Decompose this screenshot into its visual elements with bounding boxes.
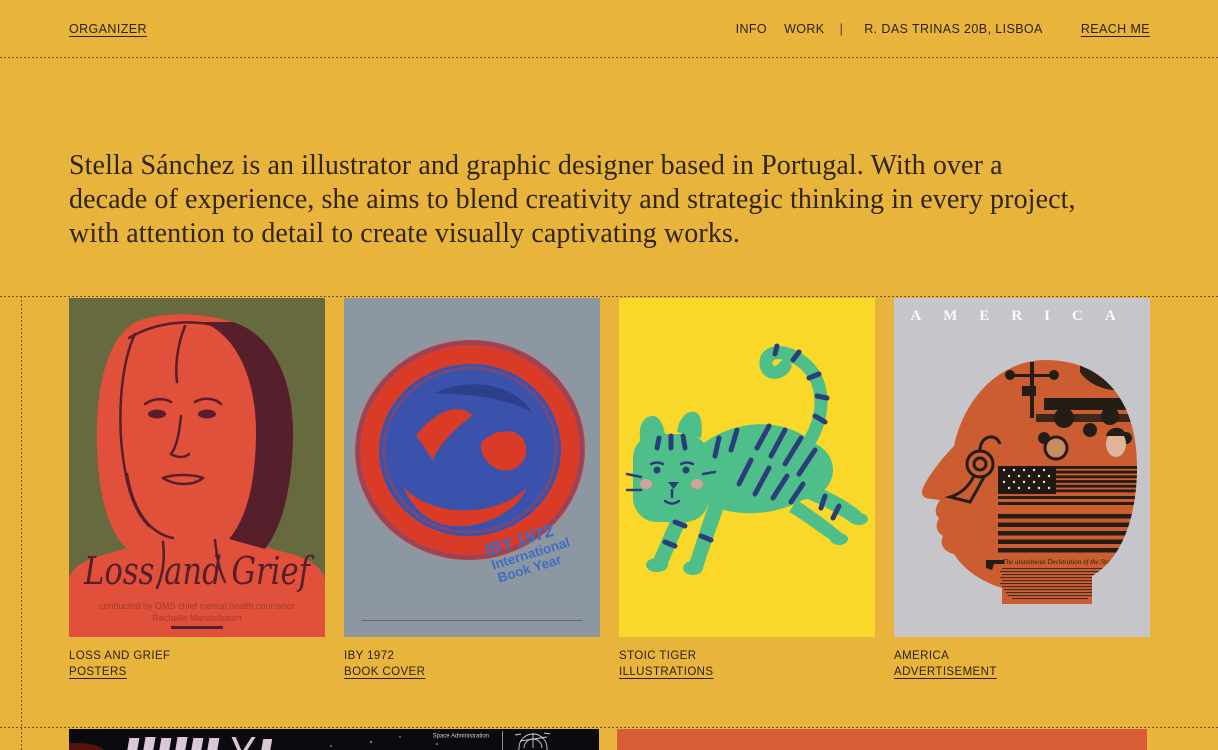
intro-paragraph: Stella Sánchez is an illustrator and gra… (69, 149, 1076, 251)
intro-line: Stella Sánchez is an illustrator and gra… (69, 149, 1076, 183)
project-card: AMERICA (894, 298, 1150, 680)
poster-script-title: Loss and Grief (83, 549, 315, 593)
project-caption: IBY 1972 BOOK COVER (344, 649, 600, 680)
project-thumbnail-iby-1972[interactable]: IBY 1972 International Book Year (344, 298, 600, 637)
reach-me-link[interactable]: REACH ME (1081, 22, 1150, 36)
grid-left-divider-line (21, 296, 22, 750)
header-divider-line (0, 57, 1218, 58)
header: ORGANIZER INFO WORK | R. DAS TRINAS 20B,… (0, 0, 1218, 58)
project-thumbnail-orange-poster[interactable] (617, 729, 1147, 750)
intro-line: decade of experience, she aims to blend … (69, 183, 1076, 217)
project-category-link[interactable]: ILLUSTRATIONS (619, 665, 713, 680)
iby-1972-poster-art: IBY 1972 International Book Year (344, 298, 600, 637)
america-poster-art: AMERICA (894, 298, 1150, 637)
intro-line: with attention to detail to create visua… (69, 217, 1076, 251)
stoic-tiger-poster-art (619, 298, 875, 637)
project-card: STOIC TIGER ILLUSTRATIONS (619, 298, 875, 680)
loss-and-grief-poster-art: Loss and Grief conducted by OMS chief me… (69, 298, 325, 637)
project-thumbnail-loss-and-grief[interactable]: Loss and Grief conducted by OMS chief me… (69, 298, 325, 637)
space-poster-label: Space Administration (433, 734, 489, 740)
project-thumbnail-space-poster[interactable]: Space Administration (69, 729, 599, 750)
top-nav: INFO WORK | R. DAS TRINAS 20B, LISBOA RE… (736, 22, 1150, 36)
project-card: IBY 1972 International Book Year IBY 197… (344, 298, 600, 680)
poster-subtitle: conducted by OMS chief mental health cou… (99, 601, 295, 611)
poster-author: Rachelle Mandelbaum (152, 613, 242, 623)
project-caption: STOIC TIGER ILLUSTRATIONS (619, 649, 875, 680)
svg-text:The unanimous Declaration of t: The unanimous Declaration of the States (1003, 558, 1118, 566)
space-poster-art: Space Administration (69, 729, 599, 750)
project-caption: AMERICA ADVERTISEMENT (894, 649, 1150, 680)
project-title: LOSS AND GRIEF (69, 649, 325, 664)
grid-top-divider-line (0, 296, 1218, 297)
project-category-link[interactable]: ADVERTISEMENT (894, 665, 997, 680)
row-divider-line (0, 727, 1218, 728)
logo-link[interactable]: ORGANIZER (69, 22, 147, 36)
address-text: R. DAS TRINAS 20B, LISBOA (864, 22, 1043, 36)
portfolio-page: ORGANIZER INFO WORK | R. DAS TRINAS 20B,… (0, 0, 1218, 750)
project-thumbnail-america[interactable]: AMERICA (894, 298, 1150, 637)
project-title: AMERICA (894, 649, 1150, 664)
project-title: STOIC TIGER (619, 649, 875, 664)
project-category-link[interactable]: POSTERS (69, 665, 127, 680)
project-caption: LOSS AND GRIEF POSTERS (69, 649, 325, 680)
poster-heading: AMERICA (910, 308, 1137, 324)
nav-divider: | (840, 22, 844, 36)
project-thumbnail-stoic-tiger[interactable] (619, 298, 875, 637)
project-card: Loss and Grief conducted by OMS chief me… (69, 298, 325, 680)
nav-item-work[interactable]: WORK (784, 22, 825, 36)
project-title: IBY 1972 (344, 649, 600, 664)
nav-item-info[interactable]: INFO (736, 22, 767, 36)
project-category-link[interactable]: BOOK COVER (344, 665, 425, 680)
